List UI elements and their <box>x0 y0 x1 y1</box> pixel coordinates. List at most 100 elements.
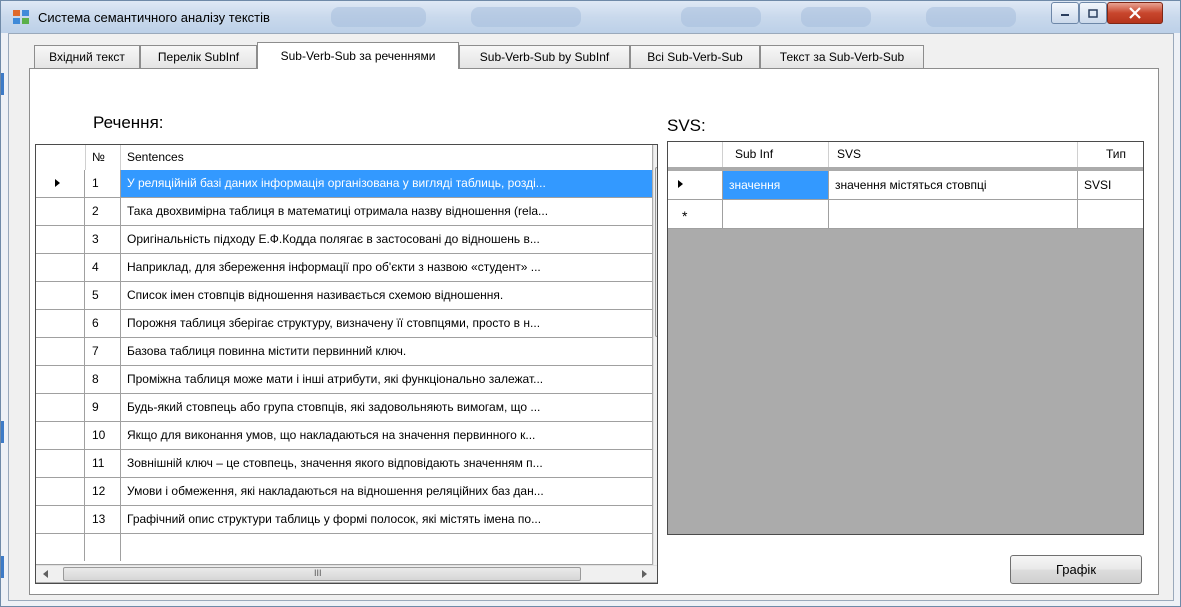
table-row[interactable]: 11 Зовнішній ключ – це стовпець, значенн… <box>36 450 652 478</box>
row-sentence[interactable]: У реляційній базі даних інформація орган… <box>121 170 652 197</box>
scroll-left-icon[interactable] <box>42 570 48 578</box>
window-edge-marker <box>1 73 4 95</box>
table-row[interactable]: 7 Базова таблиця повинна містити первинн… <box>36 338 652 366</box>
new-row-marker: * <box>682 208 688 224</box>
row-sentence[interactable]: Графічний опис структури таблиць у формі… <box>121 506 652 533</box>
table-row[interactable]: 13 Графічний опис структури таблиць у фо… <box>36 506 652 534</box>
row-header[interactable] <box>36 254 85 281</box>
table-row[interactable]: 4 Наприклад, для збереження інформації п… <box>36 254 652 282</box>
sentences-horizontal-scrollbar[interactable]: III <box>36 565 657 582</box>
row-header[interactable] <box>36 198 85 225</box>
row-header[interactable] <box>36 366 85 393</box>
row-number[interactable]: 11 <box>86 450 121 477</box>
row-header-corner <box>36 145 86 170</box>
sentences-label: Речення: <box>93 113 164 132</box>
row-number[interactable]: 9 <box>86 394 121 421</box>
new-row-svs[interactable] <box>829 200 1078 228</box>
row-sentence[interactable]: Список імен стовпців відношення називаєт… <box>121 282 652 309</box>
row-header[interactable] <box>36 226 85 253</box>
row-sentence[interactable] <box>121 534 652 561</box>
horizontal-scroll-thumb[interactable]: III <box>63 567 581 581</box>
column-header-svs[interactable]: SVS <box>829 142 1078 167</box>
row-number[interactable]: 2 <box>86 198 121 225</box>
minimize-button[interactable] <box>1051 2 1079 24</box>
row-number[interactable]: 7 <box>86 338 121 365</box>
column-header-sub-inf[interactable]: Sub Inf <box>723 142 829 167</box>
column-header-type[interactable]: Тип <box>1078 142 1143 167</box>
sentences-grid[interactable]: № Sentences 1 У реляційній базі даних ін… <box>35 144 658 584</box>
row-number[interactable]: 5 <box>86 282 121 309</box>
row-sentence[interactable]: Наприклад, для збереження інформації про… <box>121 254 652 281</box>
tab-svs-by-subinf[interactable]: Sub-Verb-Sub by SubInf <box>459 45 630 68</box>
new-row[interactable]: * <box>668 200 1143 229</box>
title-bar[interactable]: Система семантичного аналізу текстів <box>1 1 1180 33</box>
vertical-scroll-thumb[interactable] <box>655 167 657 337</box>
maximize-button[interactable] <box>1079 2 1107 24</box>
table-row[interactable]: значення значення містяться стовпці SVSI <box>668 171 1143 200</box>
svs-grid[interactable]: Sub Inf SVS Тип значення значення містят… <box>667 141 1144 535</box>
table-row[interactable]: 12 Умови і обмеження, які накладаються н… <box>36 478 652 506</box>
row-number[interactable]: 8 <box>86 366 121 393</box>
tab-text-by-svs[interactable]: Текст за Sub-Verb-Sub <box>760 45 924 68</box>
row-header[interactable] <box>36 170 85 197</box>
svs-label: SVS: <box>667 116 706 135</box>
table-row[interactable]: 3 Оригінальність підходу Е.Ф.Кодда поляг… <box>36 226 652 254</box>
table-row[interactable]: 8 Проміжна таблиця може мати і інші атри… <box>36 366 652 394</box>
tab-input-text[interactable]: Вхідний текст <box>34 45 140 68</box>
row-header[interactable] <box>36 478 85 505</box>
row-header[interactable] <box>36 422 85 449</box>
row-sentence[interactable]: Будь-який стовпець або група стовпців, я… <box>121 394 652 421</box>
new-row-sub-inf[interactable] <box>723 200 829 228</box>
row-number[interactable]: 10 <box>86 422 121 449</box>
row-number[interactable]: 1 <box>86 170 121 197</box>
row-header[interactable] <box>36 310 85 337</box>
row-header[interactable] <box>36 394 85 421</box>
row-svs[interactable]: значення містяться стовпці <box>829 171 1078 199</box>
row-sentence[interactable]: Така двохвимірна таблиця в математиці от… <box>121 198 652 225</box>
table-row[interactable]: 5 Список імен стовпців відношення назива… <box>36 282 652 310</box>
row-header[interactable] <box>36 534 85 561</box>
row-sentence[interactable]: Якщо для виконання умов, що накладаються… <box>121 422 652 449</box>
row-number[interactable]: 13 <box>86 506 121 533</box>
row-number[interactable]: 6 <box>86 310 121 337</box>
row-sentence[interactable]: Зовнішній ключ – це стовпець, значення я… <box>121 450 652 477</box>
row-type[interactable]: SVSI <box>1078 171 1143 199</box>
row-number[interactable]: 12 <box>86 478 121 505</box>
graph-button[interactable]: Графік <box>1010 555 1142 584</box>
row-sentence[interactable]: Умови і обмеження, які накладаються на в… <box>121 478 652 505</box>
window-edge-marker <box>1 421 4 443</box>
row-header[interactable] <box>668 171 723 199</box>
minimize-icon <box>1061 14 1069 16</box>
column-header-sentences[interactable]: Sentences <box>121 145 652 170</box>
close-button[interactable] <box>1107 2 1163 24</box>
sentences-vertical-scrollbar[interactable] <box>653 145 657 565</box>
table-row[interactable]: 6 Порожня таблиця зберігає структуру, ви… <box>36 310 652 338</box>
tab-svs-by-sentences[interactable]: Sub-Verb-Sub за реченнями <box>257 42 459 69</box>
row-header[interactable] <box>36 450 85 477</box>
table-row[interactable]: 1 У реляційній базі даних інформація орг… <box>36 170 652 198</box>
new-row-type[interactable] <box>1078 200 1143 228</box>
row-header[interactable] <box>36 338 85 365</box>
table-row-partial[interactable] <box>36 534 652 565</box>
table-row[interactable]: 9 Будь-який стовпець або група стовпців,… <box>36 394 652 422</box>
row-sentence[interactable]: Базова таблиця повинна містити первинний… <box>121 338 652 365</box>
row-number[interactable] <box>86 534 121 561</box>
row-number[interactable]: 3 <box>86 226 121 253</box>
row-header-corner <box>668 142 723 167</box>
row-header[interactable]: * <box>668 200 723 228</box>
table-row[interactable]: 10 Якщо для виконання умов, що накладают… <box>36 422 652 450</box>
scroll-right-icon[interactable] <box>642 570 648 578</box>
tab-subinf-list[interactable]: Перелік SubInf <box>140 45 257 68</box>
row-sentence[interactable]: Порожня таблиця зберігає структуру, визн… <box>121 310 652 337</box>
current-row-arrow-icon <box>678 180 683 188</box>
row-header[interactable] <box>36 506 85 533</box>
column-header-num[interactable]: № <box>86 145 121 170</box>
row-sub-inf[interactable]: значення <box>723 171 829 199</box>
table-row[interactable]: 2 Така двохвимірна таблиця в математиці … <box>36 198 652 226</box>
row-sentence[interactable]: Оригінальність підходу Е.Ф.Кодда полягає… <box>121 226 652 253</box>
tab-all-svs[interactable]: Всі Sub-Verb-Sub <box>630 45 760 68</box>
current-row-arrow-icon <box>55 179 60 187</box>
row-header[interactable] <box>36 282 85 309</box>
row-number[interactable]: 4 <box>86 254 121 281</box>
row-sentence[interactable]: Проміжна таблиця може мати і інші атрибу… <box>121 366 652 393</box>
